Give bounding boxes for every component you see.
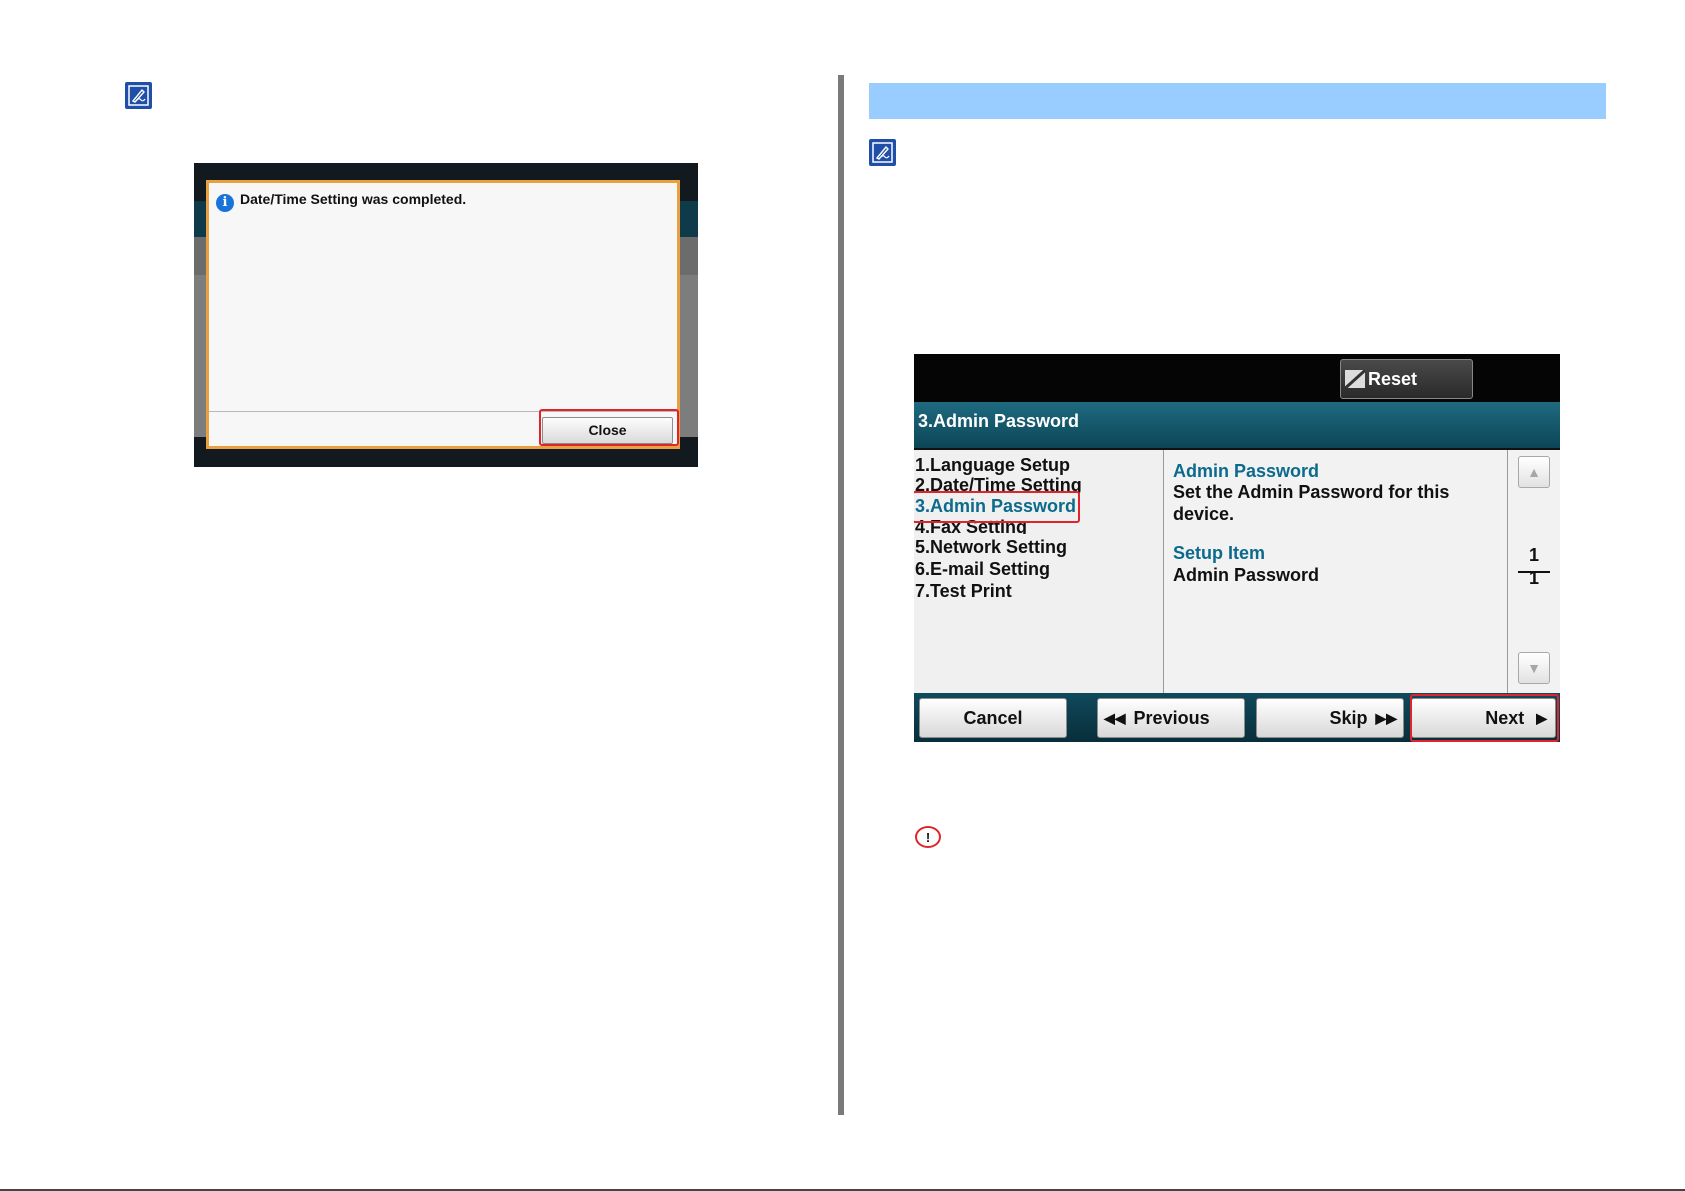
admin-password-screenshot: Reset 3.Admin Password 1.Language Setup …: [914, 354, 1560, 742]
menu-item-email-setting[interactable]: 6.E-mail Setting: [915, 559, 1050, 580]
screen-title: 3.Admin Password: [914, 402, 1560, 448]
previous-button[interactable]: ◀◀ Previous: [1097, 698, 1245, 738]
pencil-note-icon: [125, 82, 152, 109]
date-time-complete-screenshot: i Date/Time Setting was completed. Close: [194, 163, 698, 467]
reset-label: Reset: [1368, 368, 1418, 389]
menu-item-language-setup[interactable]: 1.Language Setup: [915, 455, 1070, 476]
next-button-highlight: [1410, 694, 1559, 742]
pencil-note-icon-right: [869, 139, 896, 166]
admin-password-highlight: [914, 491, 1080, 523]
reset-icon: [1345, 370, 1365, 388]
cancel-button[interactable]: Cancel: [919, 698, 1067, 738]
previous-arrow-icon: ◀◀: [1104, 709, 1126, 726]
scroll-down-arrow-icon[interactable]: ▼: [1518, 652, 1550, 684]
skip-label: Skip: [1329, 707, 1368, 728]
cancel-label: Cancel: [963, 707, 1023, 728]
page-total: 1: [1528, 568, 1539, 588]
close-button-highlight: [539, 409, 679, 446]
reset-button[interactable]: Reset: [1340, 359, 1473, 399]
detail-description: Set the Admin Password for this device.: [1173, 482, 1450, 524]
top-bar: Reset: [914, 354, 1560, 402]
detail-heading: Admin Password: [1173, 461, 1320, 481]
exclamation-icon: !: [915, 826, 941, 848]
menu-item-test-print[interactable]: 7.Test Print: [915, 581, 1012, 602]
skip-arrow-icon: ▶▶: [1375, 709, 1397, 726]
setup-item-value: Admin Password: [1173, 565, 1320, 585]
scroll-pane: ▲ 1 1 ▼: [1508, 450, 1560, 693]
setup-item-heading: Setup Item: [1173, 543, 1266, 563]
column-divider: [838, 75, 844, 1115]
scroll-up-arrow-icon[interactable]: ▲: [1518, 456, 1550, 488]
info-icon: i: [216, 194, 234, 212]
previous-label: Previous: [1133, 707, 1210, 728]
section-heading-bar: [869, 83, 1606, 119]
page-current: 1: [1528, 545, 1539, 565]
menu-item-network-setting[interactable]: 5.Network Setting: [915, 537, 1067, 558]
dialog-message: Date/Time Setting was completed.: [240, 191, 467, 207]
skip-button[interactable]: Skip ▶▶: [1256, 698, 1404, 738]
detail-pane: Admin Password Set the Admin Password fo…: [1164, 450, 1508, 693]
setup-menu-list: 1.Language Setup 2.Date/Time Setting 3.A…: [914, 450, 1164, 693]
